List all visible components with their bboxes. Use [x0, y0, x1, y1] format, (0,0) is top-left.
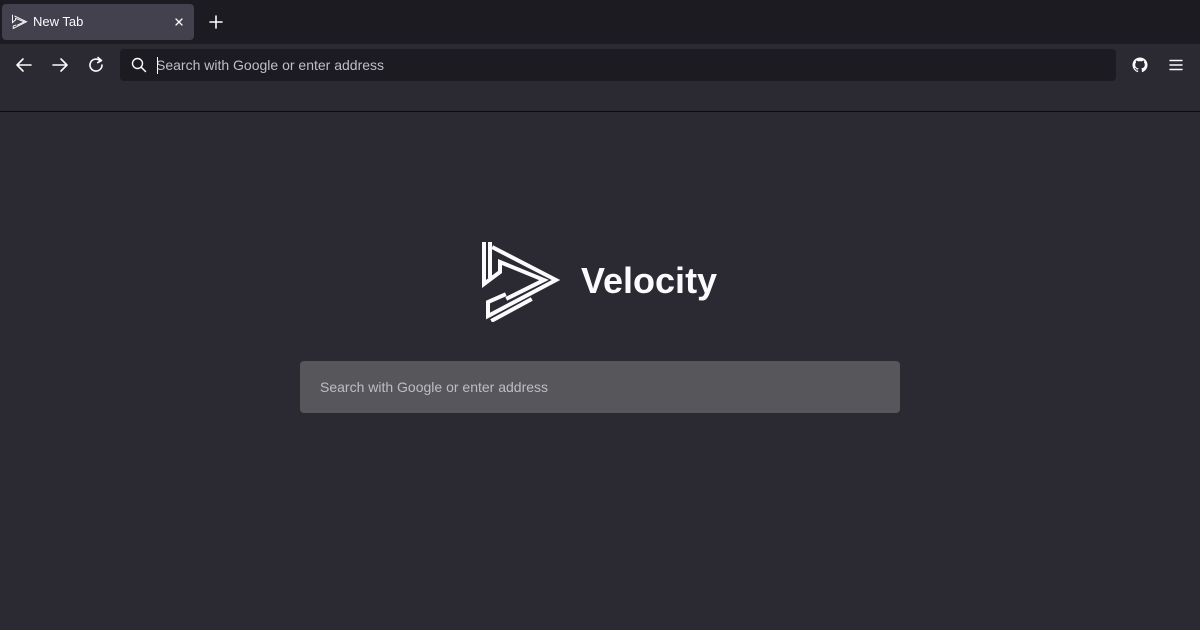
tab-strip: New Tab — [0, 0, 1200, 44]
tab-new-tab[interactable]: New Tab — [2, 4, 194, 40]
url-input[interactable] — [156, 49, 1106, 81]
search-input[interactable] — [320, 361, 880, 413]
velocity-logo-icon — [482, 242, 560, 322]
plus-icon[interactable] — [206, 12, 226, 32]
url-bar[interactable] — [120, 49, 1116, 81]
search-icon — [131, 57, 147, 73]
main-search-box[interactable] — [300, 361, 900, 413]
tab-title: New Tab — [33, 14, 84, 29]
arrow-left-icon[interactable] — [12, 53, 36, 77]
brand-name: Velocity — [581, 260, 718, 301]
text-caret — [157, 57, 158, 74]
navigation-bar — [0, 44, 1200, 112]
arrow-right-icon[interactable] — [48, 53, 72, 77]
hamburger-menu-icon[interactable] — [1164, 53, 1188, 77]
close-icon[interactable] — [172, 15, 186, 29]
brand-logo: Velocity — [480, 240, 720, 322]
reload-icon[interactable] — [84, 53, 108, 77]
github-icon[interactable] — [1128, 53, 1152, 77]
velocity-logo-icon — [11, 14, 28, 30]
